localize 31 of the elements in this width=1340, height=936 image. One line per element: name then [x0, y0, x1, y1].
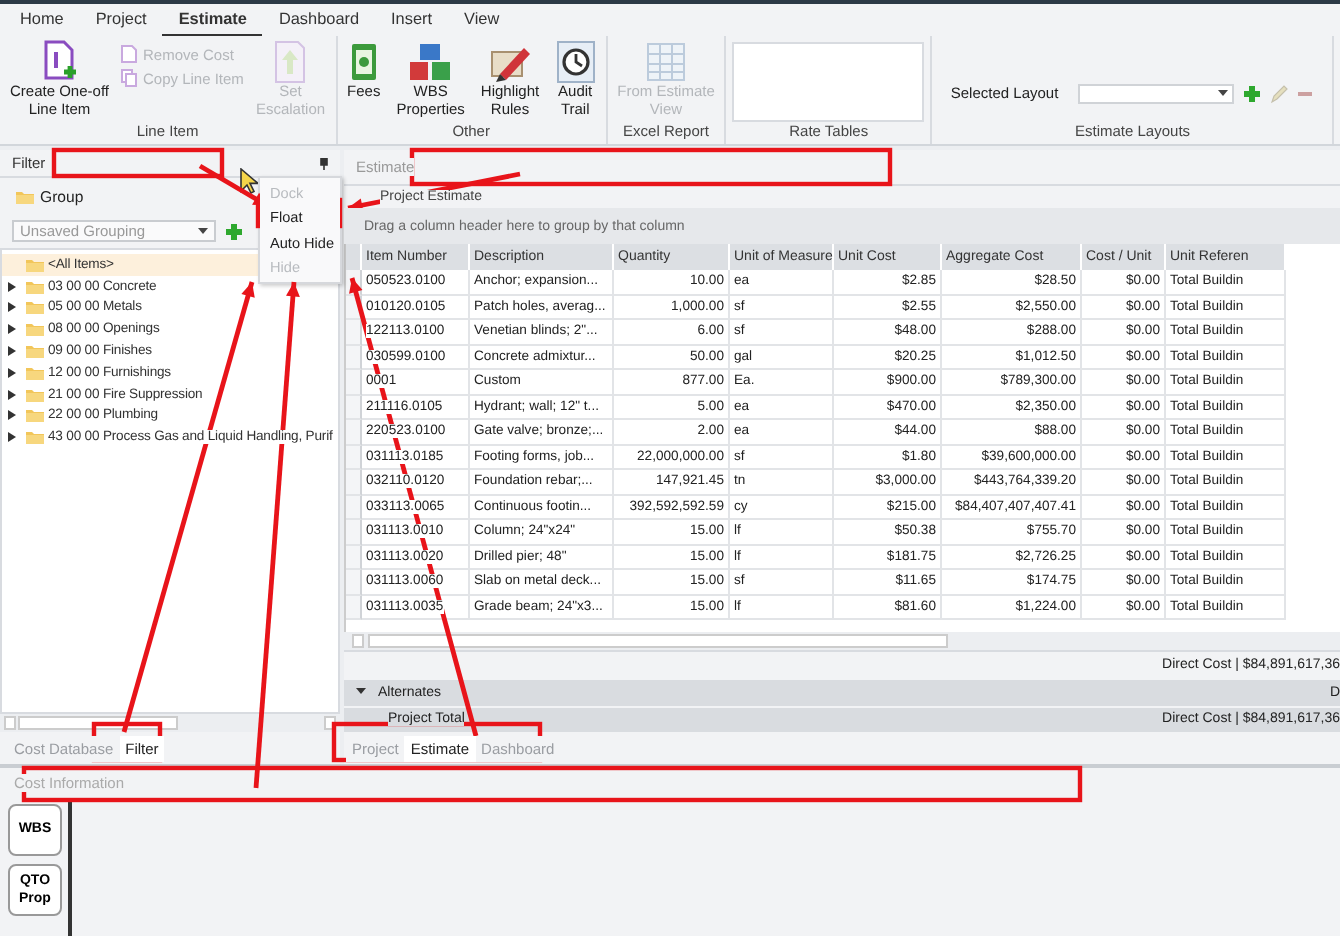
folder-icon [26, 365, 44, 380]
scroll-left-button[interactable] [352, 634, 364, 648]
caret-icon [1218, 89, 1229, 97]
menu-tab[interactable]: Home [4, 10, 80, 36]
folder-icon [26, 322, 44, 337]
menu-tab[interactable]: View [448, 10, 516, 36]
folder-icon [16, 189, 34, 203]
blocks-icon [408, 40, 453, 84]
folder-icon [26, 300, 44, 315]
document-plus-icon [39, 40, 80, 84]
banknote-icon [347, 40, 380, 84]
folder-icon [26, 257, 44, 272]
caret-icon [198, 227, 208, 235]
menu-tab[interactable]: Insert [375, 10, 449, 36]
menu-tab[interactable]: Dashboard [262, 10, 376, 36]
scroll-left-button[interactable] [4, 716, 16, 730]
scrollbar-thumb[interactable] [368, 634, 948, 648]
folder-icon [26, 387, 44, 402]
pin-icon[interactable] [320, 157, 328, 169]
layout-dropdown[interactable] [1078, 83, 1235, 103]
plus-icon[interactable] [224, 221, 244, 241]
collapse-arrow-icon[interactable] [356, 688, 366, 697]
folder-icon [26, 430, 44, 445]
folder-icon [26, 408, 44, 423]
plus-icon[interactable] [1242, 83, 1263, 103]
cursor-icon [240, 168, 258, 194]
menu-tab[interactable]: Project [79, 10, 163, 36]
folder-icon [26, 344, 44, 359]
folder-icon [26, 279, 44, 294]
copy-icon [120, 68, 139, 88]
document-icon [120, 44, 139, 64]
